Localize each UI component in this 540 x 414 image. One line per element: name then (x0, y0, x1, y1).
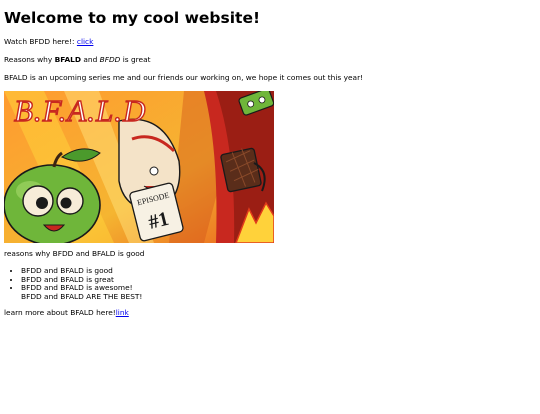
watch-text: Watch BFDD here!: (4, 37, 75, 46)
list-intro: reasons why BFDD and BFALD is good (4, 249, 145, 258)
learn-line: learn more about BFALD here!link (4, 308, 536, 318)
watch-link[interactable]: click (77, 37, 94, 46)
reasons-line: Reasons why BFALD and BFDD is great (4, 55, 536, 65)
list-item-continuation: BFDD and BFALD ARE THE BEST! (21, 291, 143, 301)
hero-image: EPISODE #1 B.F.A.L.D (4, 91, 274, 243)
logo-text: B.F.A.L.D (14, 93, 146, 128)
list-item-text: BFDD and BFALD is awesome! (21, 283, 133, 293)
list-item: BFDD and BFALD is awesome! BFDD and BFAL… (21, 283, 536, 301)
watch-line: Watch BFDD here!: click (4, 37, 536, 47)
page: Welcome to my cool website! Watch BFDD h… (0, 9, 540, 318)
reasons-prefix: Reasons why (4, 55, 53, 64)
reasons-middle: and (83, 55, 98, 64)
learn-text: learn more about BFALD here! (4, 308, 116, 318)
reasons-italic: BFDD (99, 55, 121, 64)
reasons-list: BFDD and BFALD is good BFDD and BFALD is… (4, 266, 536, 301)
page-title: Welcome to my cool website! (4, 9, 261, 27)
intro-text: BFALD is an upcoming series me and our f… (4, 73, 364, 82)
reasons-suffix: is great (122, 55, 151, 64)
learn-link[interactable]: link (116, 308, 129, 317)
reasons-bold: BFALD (54, 55, 82, 64)
